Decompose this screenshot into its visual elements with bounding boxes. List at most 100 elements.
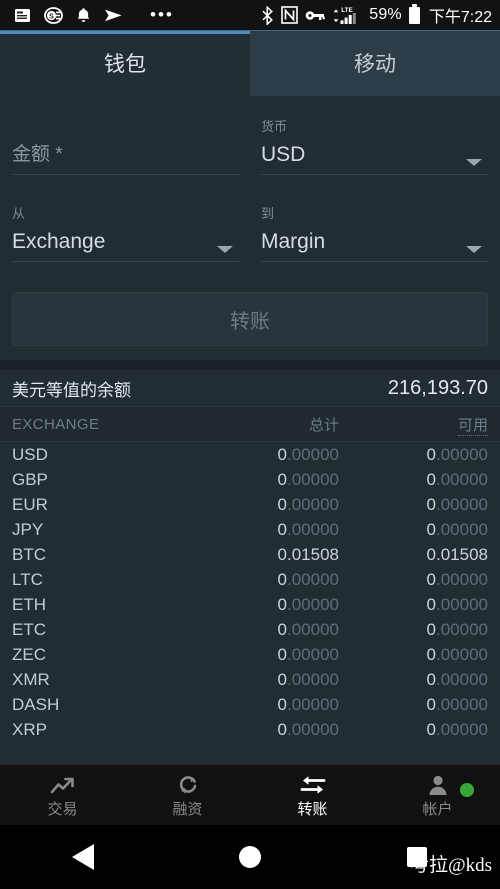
- row-available-value: 0.00000: [426, 644, 488, 664]
- row-available-value: 0.00000: [426, 669, 488, 689]
- currency-field-label: 货币: [261, 119, 288, 134]
- row-total-value: 0.00000: [277, 694, 339, 714]
- tab-move-label: 移动: [354, 53, 396, 76]
- tab-wallet[interactable]: 钱包: [0, 30, 250, 96]
- person-icon: [427, 772, 449, 796]
- nav-item-funding[interactable]: 融资: [125, 772, 250, 819]
- android-system-navigation: 考拉@kds: [0, 825, 500, 889]
- balances-table-body[interactable]: USD 0.00000 0.00000 GBP 0.00000 0.00000 EUR 0.0…: [0, 442, 500, 742]
- chevron-down-icon[interactable]: [466, 246, 482, 253]
- nav-item-trade-label: 交易: [47, 800, 78, 818]
- from-select-value[interactable]: Exchange: [12, 223, 239, 261]
- svg-text:S: S: [49, 13, 54, 20]
- balance-label: 美元等值的余额: [12, 380, 131, 400]
- row-currency-code: USD: [12, 444, 48, 464]
- svg-text:LTE: LTE: [341, 7, 353, 14]
- amount-input[interactable]: 金额 *: [12, 136, 239, 174]
- back-triangle-icon: [72, 844, 95, 870]
- balance-summary-row: 美元等值的余额 216,193.70: [0, 370, 500, 406]
- nav-item-transfer-label: 转账: [297, 800, 328, 818]
- chevron-down-icon[interactable]: [217, 246, 233, 253]
- row-total-value: 0.00000: [277, 594, 339, 614]
- table-row[interactable]: EUR 0.00000 0.00000: [0, 492, 500, 517]
- tab-wallet-label: 钱包: [104, 53, 146, 76]
- section-separator: [0, 360, 500, 370]
- row-currency-code: LTC: [12, 569, 43, 589]
- transfer-submit-button[interactable]: 转账: [12, 292, 488, 346]
- amount-field-label: [12, 118, 239, 136]
- currency-field[interactable]: 货币 USD: [261, 118, 488, 183]
- table-row[interactable]: ETH 0.00000 0.00000: [0, 592, 500, 617]
- row-available-value: 0.01508: [426, 544, 488, 564]
- form-row-amount-currency: 金额 * 货币 USD: [12, 118, 488, 183]
- send-icon: [105, 9, 122, 21]
- table-row[interactable]: ETC 0.00000 0.00000: [0, 617, 500, 642]
- row-available-value: 0.00000: [426, 494, 488, 514]
- table-row[interactable]: DASH 0.00000 0.00000: [0, 692, 500, 717]
- to-select-value[interactable]: Margin: [261, 223, 488, 261]
- bluetooth-icon: [262, 5, 274, 25]
- to-field-label: 到: [261, 206, 275, 221]
- from-field[interactable]: 从 Exchange: [12, 205, 239, 270]
- lte-signal-icon: LTE: [333, 7, 357, 24]
- row-available-value: 0.00000: [426, 619, 488, 639]
- table-row[interactable]: LTC 0.00000 0.00000: [0, 567, 500, 592]
- nav-item-account-label: 帐户: [422, 800, 453, 818]
- row-available-value: 0.00000: [426, 569, 488, 589]
- row-currency-code: DASH: [12, 694, 60, 714]
- vpn-key-icon: [305, 10, 326, 20]
- table-row[interactable]: GBP 0.00000 0.00000: [0, 467, 500, 492]
- column-header-exchange[interactable]: EXCHANGE: [12, 416, 212, 433]
- row-currency-code: JPY: [12, 519, 44, 539]
- chevron-down-icon[interactable]: [466, 159, 482, 166]
- nav-item-trade[interactable]: 交易: [0, 772, 125, 819]
- row-available-value: 0.00000: [426, 719, 488, 739]
- android-back-button[interactable]: [0, 844, 167, 870]
- refresh-icon: [177, 772, 199, 796]
- table-row[interactable]: ZEC 0.00000 0.00000: [0, 642, 500, 667]
- submit-button-wrap: 转账: [0, 270, 500, 360]
- row-total-value: 0.00000: [277, 719, 339, 739]
- row-total-value: 0.00000: [277, 569, 339, 589]
- transfer-form: 金额 * 货币 USD 从 Exchange 到 Margin: [0, 96, 500, 270]
- column-header-available[interactable]: 可用: [361, 414, 488, 436]
- tab-move[interactable]: 移动: [250, 30, 500, 96]
- news-icon: [15, 8, 30, 22]
- nav-item-account[interactable]: 帐户: [375, 772, 500, 819]
- bottom-navigation: 交易 融资 转账 帐户: [0, 764, 500, 825]
- table-row[interactable]: XRP 0.00000 0.00000: [0, 717, 500, 742]
- row-total-value: 0.00000: [277, 669, 339, 689]
- row-total-value: 0.00000: [277, 494, 339, 514]
- table-row[interactable]: BTC 0.01508 0.01508: [0, 542, 500, 567]
- to-field[interactable]: 到 Margin: [261, 205, 488, 270]
- sf-app-icon: S: [44, 6, 63, 24]
- row-currency-code: BTC: [12, 544, 46, 564]
- table-row[interactable]: XMR 0.00000 0.00000: [0, 667, 500, 692]
- battery-icon: [408, 3, 420, 24]
- amount-field-underline: [12, 174, 239, 175]
- row-available-value: 0.00000: [426, 444, 488, 464]
- column-header-total-label: 总计: [308, 416, 339, 434]
- row-total-value: 0.00000: [277, 469, 339, 489]
- android-home-button[interactable]: [167, 846, 334, 868]
- amount-field[interactable]: 金额 *: [12, 118, 239, 183]
- nav-item-transfer[interactable]: 转账: [250, 772, 375, 819]
- currency-select-value[interactable]: USD: [261, 136, 488, 174]
- row-available-value: 0.00000: [426, 694, 488, 714]
- row-available-value: 0.00000: [426, 469, 488, 489]
- form-row-from-to: 从 Exchange 到 Margin: [12, 205, 488, 270]
- currency-field-underline: [261, 174, 488, 175]
- row-total-value: 0.01508: [277, 544, 339, 564]
- row-currency-code: XMR: [12, 669, 50, 689]
- column-header-available-label: 可用: [457, 416, 488, 436]
- row-total-value: 0.00000: [277, 444, 339, 464]
- from-field-underline: [12, 261, 239, 262]
- row-currency-code: ETC: [12, 619, 46, 639]
- table-row[interactable]: JPY 0.00000 0.00000: [0, 517, 500, 542]
- table-row[interactable]: USD 0.00000 0.00000: [0, 442, 500, 467]
- tab-bar: 钱包 移动: [0, 30, 500, 96]
- from-field-label: 从: [12, 206, 26, 221]
- clock-label: 下午7:22: [428, 9, 492, 26]
- home-circle-icon: [239, 846, 261, 868]
- column-header-total[interactable]: 总计: [212, 414, 361, 435]
